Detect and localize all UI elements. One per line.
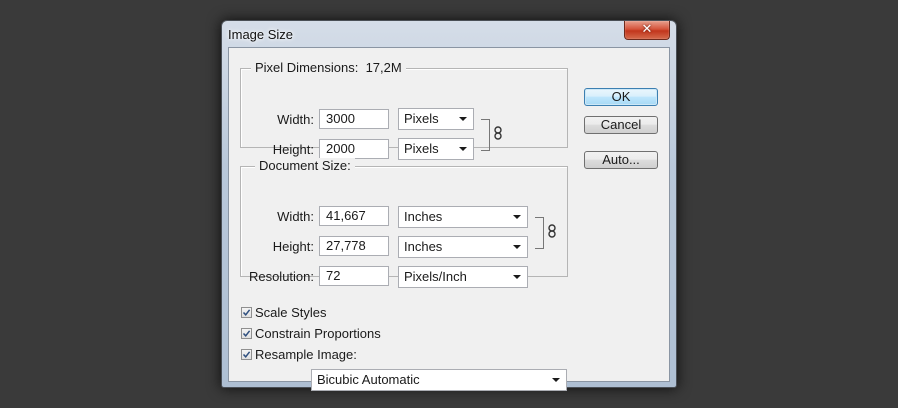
resolution-label: Resolution: — [248, 269, 314, 284]
resample-image-checkbox[interactable] — [241, 349, 252, 360]
chain-link-icon — [548, 224, 556, 238]
checkmark-icon — [242, 309, 251, 316]
image-size-dialog: Image Size ✕ Pixel Dimensions: 17,2M Wid… — [221, 20, 677, 391]
pixel-height-input[interactable]: 2000 — [319, 139, 389, 159]
constrain-proportions-label[interactable]: Constrain Proportions — [255, 326, 381, 341]
chevron-down-icon — [459, 147, 467, 151]
resolution-unit-select[interactable]: Pixels/Inch — [398, 266, 528, 288]
pixel-link-bracket — [481, 119, 490, 151]
chain-link-icon — [494, 126, 502, 140]
doc-width-unit-value: Inches — [404, 209, 443, 224]
constrain-proportions-checkbox[interactable] — [241, 328, 252, 339]
pixel-height-unit-value: Pixels — [404, 141, 439, 156]
chevron-down-icon — [552, 378, 560, 382]
resample-method-select[interactable]: Bicubic Automatic — [311, 369, 567, 391]
resolution-unit-value: Pixels/Inch — [404, 269, 467, 284]
pixel-width-unit-value: Pixels — [404, 111, 439, 126]
checkmark-icon — [242, 330, 251, 337]
close-button[interactable]: ✕ — [624, 21, 670, 40]
chevron-down-icon — [513, 245, 521, 249]
resample-image-label[interactable]: Resample Image: — [255, 347, 357, 362]
chevron-down-icon — [459, 117, 467, 121]
close-icon: ✕ — [641, 22, 653, 37]
auto-button[interactable]: Auto... — [584, 151, 658, 169]
pixel-height-label: Height: — [272, 142, 314, 157]
checkmark-icon — [242, 351, 251, 358]
pixel-dimensions-legend: Pixel Dimensions: 17,2M — [251, 60, 406, 75]
pixel-width-unit-select[interactable]: Pixels — [398, 108, 474, 130]
resolution-input[interactable]: 72 — [319, 266, 389, 286]
chevron-down-icon — [513, 275, 521, 279]
doc-width-unit-select[interactable]: Inches — [398, 206, 528, 228]
document-size-legend: Document Size: — [255, 158, 355, 173]
doc-link-bracket — [535, 217, 544, 249]
pixel-dimensions-label: Pixel Dimensions: — [255, 60, 359, 75]
doc-width-label: Width: — [277, 209, 314, 224]
doc-height-unit-value: Inches — [404, 239, 443, 254]
cancel-button[interactable]: Cancel — [584, 116, 658, 134]
chevron-down-icon — [513, 215, 521, 219]
resample-method-value: Bicubic Automatic — [317, 372, 420, 387]
doc-height-input[interactable]: 27,778 — [319, 236, 389, 256]
dialog-title: Image Size — [228, 27, 294, 42]
pixel-dimensions-total: 17,2M — [365, 60, 402, 75]
scale-styles-label[interactable]: Scale Styles — [255, 305, 327, 320]
pixel-height-unit-select[interactable]: Pixels — [398, 138, 474, 160]
pixel-width-label: Width: — [277, 112, 314, 127]
pixel-width-input[interactable]: 3000 — [319, 109, 389, 129]
dialog-body: Pixel Dimensions: 17,2M Width: 3000 Pixe… — [228, 47, 670, 391]
ok-button[interactable]: OK — [584, 88, 658, 106]
scale-styles-checkbox[interactable] — [241, 307, 252, 318]
title-bar[interactable]: Image Size ✕ — [222, 21, 676, 47]
doc-height-unit-select[interactable]: Inches — [398, 236, 528, 258]
doc-width-input[interactable]: 41,667 — [319, 206, 389, 226]
doc-height-label: Height: — [272, 239, 314, 254]
